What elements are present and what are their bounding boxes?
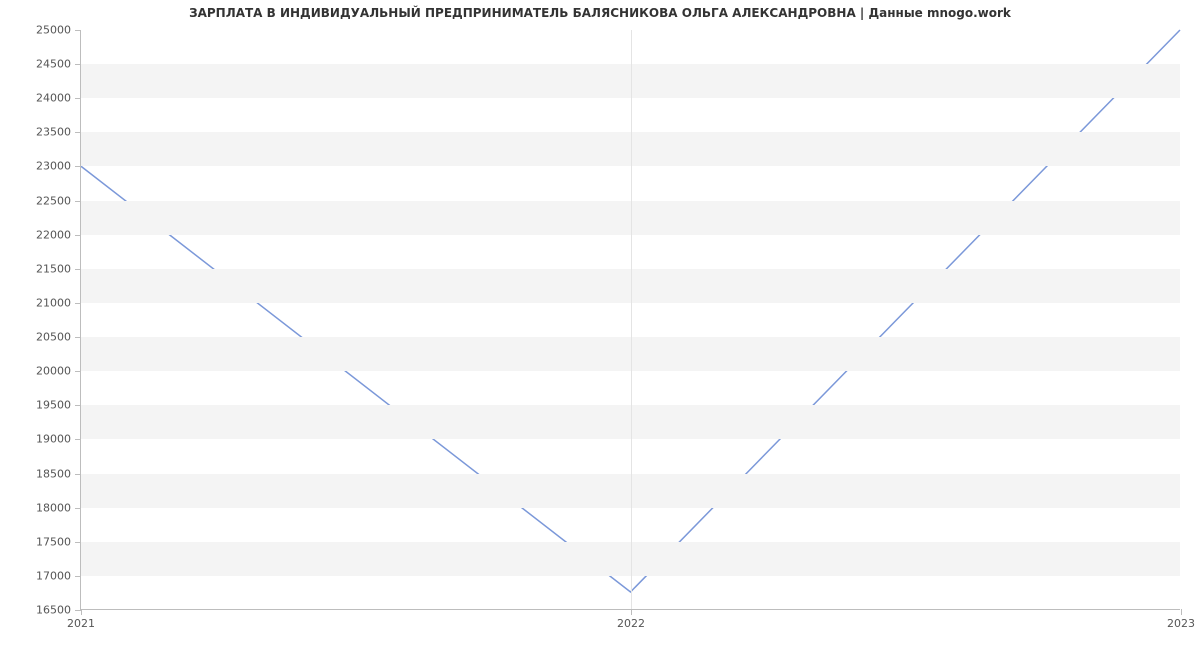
y-tick [75, 371, 81, 372]
y-tick [75, 166, 81, 167]
y-tick [75, 98, 81, 99]
y-tick-label: 22500 [36, 194, 71, 207]
y-tick [75, 201, 81, 202]
y-tick-label: 24500 [36, 58, 71, 71]
y-tick-label: 24000 [36, 92, 71, 105]
y-tick [75, 405, 81, 406]
chart-container: ЗАРПЛАТА В ИНДИВИДУАЛЬНЫЙ ПРЕДПРИНИМАТЕЛ… [0, 0, 1200, 650]
y-tick [75, 439, 81, 440]
y-tick [75, 303, 81, 304]
y-tick-label: 16500 [36, 604, 71, 617]
y-tick-label: 19500 [36, 399, 71, 412]
y-tick [75, 337, 81, 338]
x-tick [81, 609, 82, 615]
y-tick-label: 18000 [36, 501, 71, 514]
y-tick [75, 235, 81, 236]
x-tick [1181, 609, 1182, 615]
y-tick-label: 20500 [36, 331, 71, 344]
y-tick-label: 20000 [36, 365, 71, 378]
x-tick-label: 2023 [1167, 617, 1195, 630]
y-tick-label: 18500 [36, 467, 71, 480]
y-tick [75, 64, 81, 65]
y-tick-label: 17000 [36, 569, 71, 582]
y-tick-label: 19000 [36, 433, 71, 446]
x-tick-label: 2021 [67, 617, 95, 630]
y-tick [75, 474, 81, 475]
plot-area: 1650017000175001800018500190001950020000… [80, 30, 1180, 610]
y-tick-label: 23000 [36, 160, 71, 173]
y-tick [75, 30, 81, 31]
y-tick [75, 132, 81, 133]
y-tick-label: 17500 [36, 535, 71, 548]
y-tick-label: 25000 [36, 24, 71, 37]
y-tick-label: 21000 [36, 296, 71, 309]
y-tick [75, 508, 81, 509]
vertical-gridline [631, 30, 632, 609]
y-tick [75, 542, 81, 543]
x-tick [631, 609, 632, 615]
y-tick-label: 22000 [36, 228, 71, 241]
y-tick-label: 21500 [36, 262, 71, 275]
chart-title: ЗАРПЛАТА В ИНДИВИДУАЛЬНЫЙ ПРЕДПРИНИМАТЕЛ… [0, 6, 1200, 20]
y-tick [75, 269, 81, 270]
y-tick [75, 576, 81, 577]
x-tick-label: 2022 [617, 617, 645, 630]
y-tick-label: 23500 [36, 126, 71, 139]
